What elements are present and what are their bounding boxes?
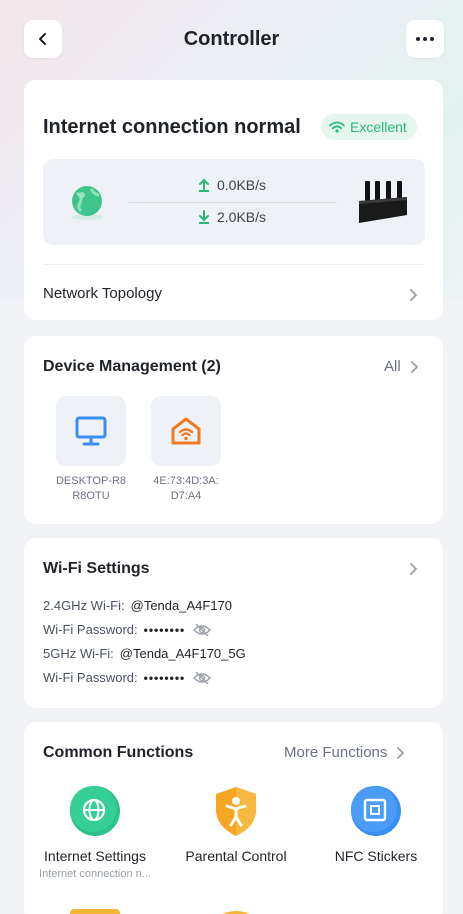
more-button[interactable] — [406, 20, 444, 58]
wifi-5ghz-label: 5GHz Wi-Fi: — [43, 646, 114, 661]
common-functions-title: Common Functions — [43, 744, 194, 761]
internet-status-card: Internet connection normal Excellent 0.0… — [24, 80, 443, 320]
wifi-password-label: Wi-Fi Password: — [43, 670, 138, 685]
wifi-5ghz-ssid: @Tenda_A4F170_5G — [119, 646, 246, 661]
wifi-24ghz-label: 2.4GHz Wi-Fi: — [43, 598, 125, 613]
all-devices-link[interactable]: All — [384, 358, 419, 375]
device-name: 4E:73:4D:3A:D7:A4 — [153, 475, 219, 502]
device-item[interactable]: 4E:73:4D:3A:D7:A4 — [150, 396, 222, 504]
monitor-icon — [75, 416, 107, 446]
wifi-24ghz-ssid: @Tenda_A4F170 — [130, 598, 233, 613]
device-tile — [56, 396, 126, 466]
wifi-5ghz-row: 5GHz Wi-Fi: @Tenda_A4F170_5G — [43, 646, 246, 661]
download-speed: 2.0KB/s — [198, 209, 266, 225]
signal-quality-badge: Excellent — [321, 114, 417, 140]
nfc-icon — [351, 786, 401, 836]
upload-speed-value: 0.0KB/s — [217, 177, 267, 193]
more-functions-link[interactable]: More Functions — [284, 744, 405, 761]
device-tile — [151, 396, 221, 466]
chevron-right-icon[interactable] — [408, 562, 418, 576]
wifi-24ghz-row: 2.4GHz Wi-Fi: @Tenda_A4F170 — [43, 598, 232, 613]
nfc-stickers-function[interactable]: NFC Stickers — [306, 784, 446, 864]
wifi-5ghz-password-row: Wi-Fi Password: •••••••• — [43, 670, 212, 685]
network-topology-link[interactable]: Network Topology — [43, 285, 162, 302]
wifi-password-value: •••••••• — [143, 622, 186, 637]
device-item[interactable]: DESKTOP-R8R8OTU — [55, 396, 127, 504]
upload-arrow-icon — [199, 178, 209, 192]
folder-icon — [70, 909, 120, 914]
more-icon — [416, 37, 434, 41]
globe-icon — [70, 786, 120, 836]
device-management-card: Device Management (2) All DESKTOP-R8R8OT… — [24, 336, 443, 524]
smart-home-icon — [171, 417, 201, 445]
divider — [43, 264, 425, 265]
wifi-password-label: Wi-Fi Password: — [43, 622, 138, 637]
eye-off-icon[interactable] — [193, 671, 212, 685]
partial-icon — [222, 911, 250, 914]
all-devices-label: All — [384, 358, 401, 375]
download-arrow-icon — [199, 210, 209, 224]
parental-icon — [216, 787, 256, 836]
speed-panel: 0.0KB/s 2.0KB/s — [43, 159, 425, 245]
wifi-password-value: •••••••• — [143, 670, 186, 685]
func-icon — [68, 784, 122, 838]
partial-function-icon — [70, 906, 120, 914]
wifi-settings-card[interactable]: Wi-Fi Settings 2.4GHz Wi-Fi: @Tenda_A4F1… — [24, 538, 443, 708]
common-functions-card: Common Functions More Functions Internet… — [24, 722, 443, 914]
wifi-icon — [329, 121, 345, 133]
chevron-right-icon — [410, 360, 418, 373]
speed-divider — [129, 202, 337, 203]
eye-off-icon[interactable] — [193, 623, 212, 637]
router-icon — [359, 181, 407, 223]
header: Controller — [0, 0, 463, 80]
chevron-right-icon[interactable] — [408, 288, 418, 302]
device-management-title: Device Management (2) — [43, 358, 221, 375]
signal-quality-label: Excellent — [350, 119, 407, 135]
page-title: Controller — [183, 28, 280, 50]
internet-settings-function[interactable]: Internet Settings Internet connection n.… — [25, 784, 165, 880]
func-label: NFC Stickers — [334, 848, 418, 864]
parental-control-function[interactable]: Parental Control — [166, 784, 306, 864]
partial-function-icon — [214, 906, 258, 914]
device-name: DESKTOP-R8R8OTU — [55, 475, 127, 502]
wifi-settings-title: Wi-Fi Settings — [43, 560, 150, 577]
connection-status-title: Internet connection normal — [43, 116, 301, 138]
download-speed-value: 2.0KB/s — [217, 209, 267, 225]
globe-icon — [71, 186, 103, 220]
more-functions-label: More Functions — [284, 744, 388, 761]
func-icon — [209, 784, 263, 838]
upload-speed: 0.0KB/s — [198, 177, 266, 193]
func-sublabel: Internet connection n... — [39, 868, 151, 880]
wifi-24ghz-password-row: Wi-Fi Password: •••••••• — [43, 622, 212, 637]
func-label: Parental Control — [185, 848, 287, 864]
func-icon — [349, 784, 403, 838]
func-label: Internet Settings — [44, 848, 146, 864]
chevron-right-icon — [397, 746, 405, 759]
